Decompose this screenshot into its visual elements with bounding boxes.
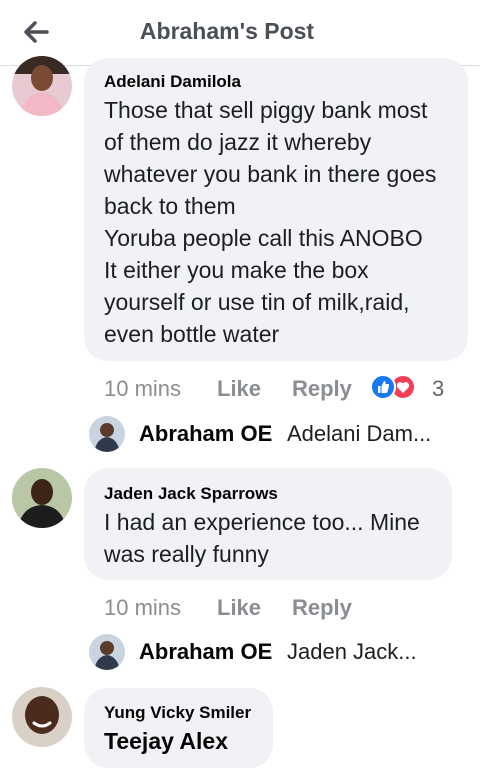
reply-snippet: Adelani Dam...	[287, 421, 432, 446]
comment-author[interactable]: Jaden Jack Sparrows	[104, 484, 278, 504]
reply-snippet: Jaden Jack...	[287, 639, 417, 664]
comment-timestamp: 10 mins	[104, 376, 182, 401]
comment-timestamp: 10 mins	[104, 595, 182, 620]
comment-line: I had an experience too... Mine	[104, 509, 420, 535]
comment-line: It either you make the box	[104, 257, 369, 283]
commenter-avatar[interactable]	[12, 56, 72, 116]
comment-text: I had an experience too... Mine was real…	[104, 506, 420, 570]
like-button[interactable]: Like	[217, 376, 261, 402]
reply-author[interactable]: Abraham OE	[139, 421, 272, 447]
comment-line: whatever you bank in there goes	[104, 161, 437, 187]
top-bar: Abraham's Post	[0, 0, 480, 66]
comment-author[interactable]: Adelani Damilola	[104, 72, 241, 92]
comment-author[interactable]: Yung Vicky Smiler	[104, 703, 251, 723]
comment-line: Yoruba people call this ANOBO	[104, 225, 423, 251]
mentioned-user[interactable]: Teejay Alex	[104, 728, 228, 755]
reaction-icons[interactable]	[370, 374, 416, 400]
comment-bubble[interactable]: Adelani Damilola Those that sell piggy b…	[84, 58, 468, 361]
reply-avatar	[89, 634, 125, 670]
like-icon	[370, 374, 396, 400]
reaction-count: 3	[432, 376, 445, 401]
comment-actions: 10 mins Like Reply	[104, 595, 424, 623]
page-title: Abraham's Post	[139, 18, 315, 44]
reply-preview[interactable]: Abraham OE Jaden Jack...	[89, 634, 459, 670]
reply-button[interactable]: Reply	[292, 376, 352, 402]
comment-line: of them do jazz it whereby	[104, 129, 372, 155]
reply-preview[interactable]: Abraham OE Adelani Dam...	[89, 416, 459, 452]
reply-button[interactable]: Reply	[292, 595, 352, 621]
comment-line: back to them	[104, 193, 236, 219]
comment-line: was really funny	[104, 541, 269, 567]
commenter-avatar[interactable]	[12, 687, 72, 747]
comment-line: even bottle water	[104, 321, 280, 347]
comment-text: Those that sell piggy bank most of them …	[104, 94, 436, 350]
comment-bubble[interactable]: Jaden Jack Sparrows I had an experience …	[84, 468, 452, 580]
reply-avatar	[89, 416, 125, 452]
like-button[interactable]: Like	[217, 595, 261, 621]
comment-line: Those that sell piggy bank most	[104, 97, 428, 123]
comment-line: yourself or use tin of milk,raid,	[104, 289, 410, 315]
reply-author[interactable]: Abraham OE	[139, 639, 272, 665]
comment-bubble[interactable]: Yung Vicky Smiler Teejay Alex	[84, 688, 273, 768]
commenter-avatar[interactable]	[12, 468, 72, 528]
